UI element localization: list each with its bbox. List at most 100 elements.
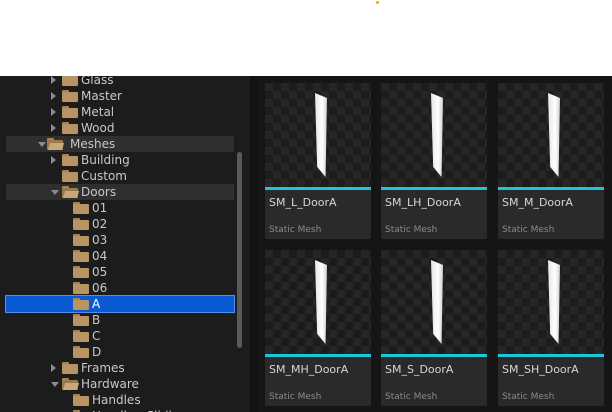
tree-item-label: Hardware <box>81 377 139 391</box>
tree-item-label: 01 <box>92 201 108 215</box>
asset-thumbnail <box>265 83 371 187</box>
chevron-down-icon[interactable] <box>51 382 59 387</box>
asset-name: SM_MH_DoorA <box>269 363 349 376</box>
folder-icon <box>73 346 89 358</box>
asset-tile[interactable]: SM_S_DoorA Static Mesh <box>381 250 487 406</box>
asset-tile[interactable]: SM_SH_DoorA Static Mesh <box>498 250 604 406</box>
asset-name: SM_M_DoorA <box>502 196 573 209</box>
chevron-right-icon[interactable] <box>51 156 56 164</box>
folder-icon <box>73 218 89 230</box>
tree-item-d[interactable]: D <box>6 344 234 360</box>
folder-icon <box>73 282 89 294</box>
tree-item-01[interactable]: 01 <box>6 200 234 216</box>
chevron-down-icon[interactable] <box>38 142 46 147</box>
tree-item-label: 04 <box>92 249 108 263</box>
asset-tile[interactable]: SM_LH_DoorA Static Mesh <box>381 83 487 239</box>
tree-item-label: Handles <box>92 393 141 407</box>
chevron-right-icon[interactable] <box>51 92 56 100</box>
folder-icon <box>73 250 89 262</box>
tree-item-label: Master <box>81 89 122 103</box>
tree-item-label: Glass <box>81 76 114 87</box>
chevron-right-icon[interactable] <box>51 108 56 116</box>
tree-item-label: Meshes <box>70 137 116 151</box>
tree-item-frames[interactable]: Frames <box>6 360 234 376</box>
door-mesh-preview <box>431 260 443 344</box>
tree-item-a[interactable]: A <box>5 295 235 313</box>
asset-type-color-bar <box>381 187 487 190</box>
asset-type-color-bar <box>498 354 604 357</box>
tree-item-02[interactable]: 02 <box>6 216 234 232</box>
asset-thumbnail <box>265 250 371 354</box>
folder-icon <box>62 362 78 374</box>
asset-type-color-bar <box>265 354 371 357</box>
tree-item-label: 05 <box>92 265 108 279</box>
tree-item-label: D <box>92 345 102 359</box>
chevron-down-icon[interactable] <box>51 190 59 195</box>
tree-item-metal[interactable]: Metal <box>6 104 234 120</box>
asset-thumbnail <box>381 250 487 354</box>
tree-item-label: B <box>92 313 101 327</box>
tree-item-label: Doors <box>81 185 117 199</box>
door-mesh-preview <box>315 260 327 344</box>
tree-scrollbar[interactable] <box>237 152 242 348</box>
door-mesh-preview <box>431 93 443 177</box>
chevron-right-icon[interactable] <box>51 76 56 84</box>
folder-open-icon <box>47 138 65 150</box>
folder-open-icon <box>62 186 80 198</box>
asset-type: Static Mesh <box>269 225 322 235</box>
folder-icon <box>62 122 78 134</box>
tree-item-c[interactable]: C <box>6 328 234 344</box>
tree-item-label: 03 <box>92 233 108 247</box>
tree-item-building[interactable]: Building <box>6 152 234 168</box>
door-mesh-preview <box>315 93 327 177</box>
asset-tile[interactable]: SM_MH_DoorA Static Mesh <box>265 250 371 406</box>
tree-item-label: Custom <box>81 169 127 183</box>
tree-item-label: Frames <box>81 361 125 375</box>
folder-icon <box>73 298 89 310</box>
chevron-right-icon[interactable] <box>51 124 56 132</box>
folder-tree-panel: Glass Master Metal Wood Meshes Building Custom… <box>0 76 250 412</box>
folder-icon <box>73 330 89 342</box>
tree-item-master[interactable]: Master <box>6 88 234 104</box>
content-browser: Glass Master Metal Wood Meshes Building Custom… <box>0 76 612 412</box>
tree-item-doors[interactable]: Doors <box>6 184 234 200</box>
tree-item-label: 02 <box>92 217 108 231</box>
tree-item-wood[interactable]: Wood <box>6 120 234 136</box>
door-mesh-preview <box>548 93 560 177</box>
asset-name: SM_LH_DoorA <box>385 196 461 209</box>
asset-type: Static Mesh <box>385 225 438 235</box>
folder-icon <box>73 234 89 246</box>
top-blank-area <box>0 0 612 76</box>
folder-icon <box>62 90 78 102</box>
asset-type-color-bar <box>498 187 604 190</box>
asset-tile[interactable]: SM_M_DoorA Static Mesh <box>498 83 604 239</box>
asset-type: Static Mesh <box>502 225 555 235</box>
asset-name: SM_S_DoorA <box>385 363 454 376</box>
tree-item-handles-sliding[interactable]: Handles_Sliding <box>6 408 234 412</box>
tree-item-04[interactable]: 04 <box>6 248 234 264</box>
tree-item-glass[interactable]: Glass <box>6 76 234 88</box>
panel-splitter[interactable] <box>250 76 258 412</box>
tree-item-label: Handles_Sliding <box>92 408 187 412</box>
folder-icon <box>62 76 78 86</box>
asset-type: Static Mesh <box>269 392 322 402</box>
tree-item-meshes[interactable]: Meshes <box>6 136 234 152</box>
folder-icon <box>73 266 89 278</box>
tree-item-handles[interactable]: Handles <box>6 392 234 408</box>
tree-item-label: Building <box>81 153 130 167</box>
tree-item-03[interactable]: 03 <box>6 232 234 248</box>
asset-type: Static Mesh <box>502 392 555 402</box>
tree-item-label: A <box>92 297 101 311</box>
tree-item-label: Metal <box>81 105 115 119</box>
chevron-right-icon[interactable] <box>51 364 56 372</box>
tree-item-05[interactable]: 05 <box>6 264 234 280</box>
asset-grid: SM_L_DoorA Static Mesh SM_LH_DoorA Static M… <box>258 76 612 412</box>
folder-open-icon <box>62 378 80 390</box>
tree-item-hardware[interactable]: Hardware <box>6 376 234 392</box>
tree-item-custom[interactable]: Custom <box>6 168 234 184</box>
tree-item-label: Wood <box>81 121 115 135</box>
asset-tile[interactable]: SM_L_DoorA Static Mesh <box>265 83 371 239</box>
tree-item-06[interactable]: 06 <box>6 280 234 296</box>
tree-item-b[interactable]: B <box>6 312 234 328</box>
asset-thumbnail <box>498 250 604 354</box>
